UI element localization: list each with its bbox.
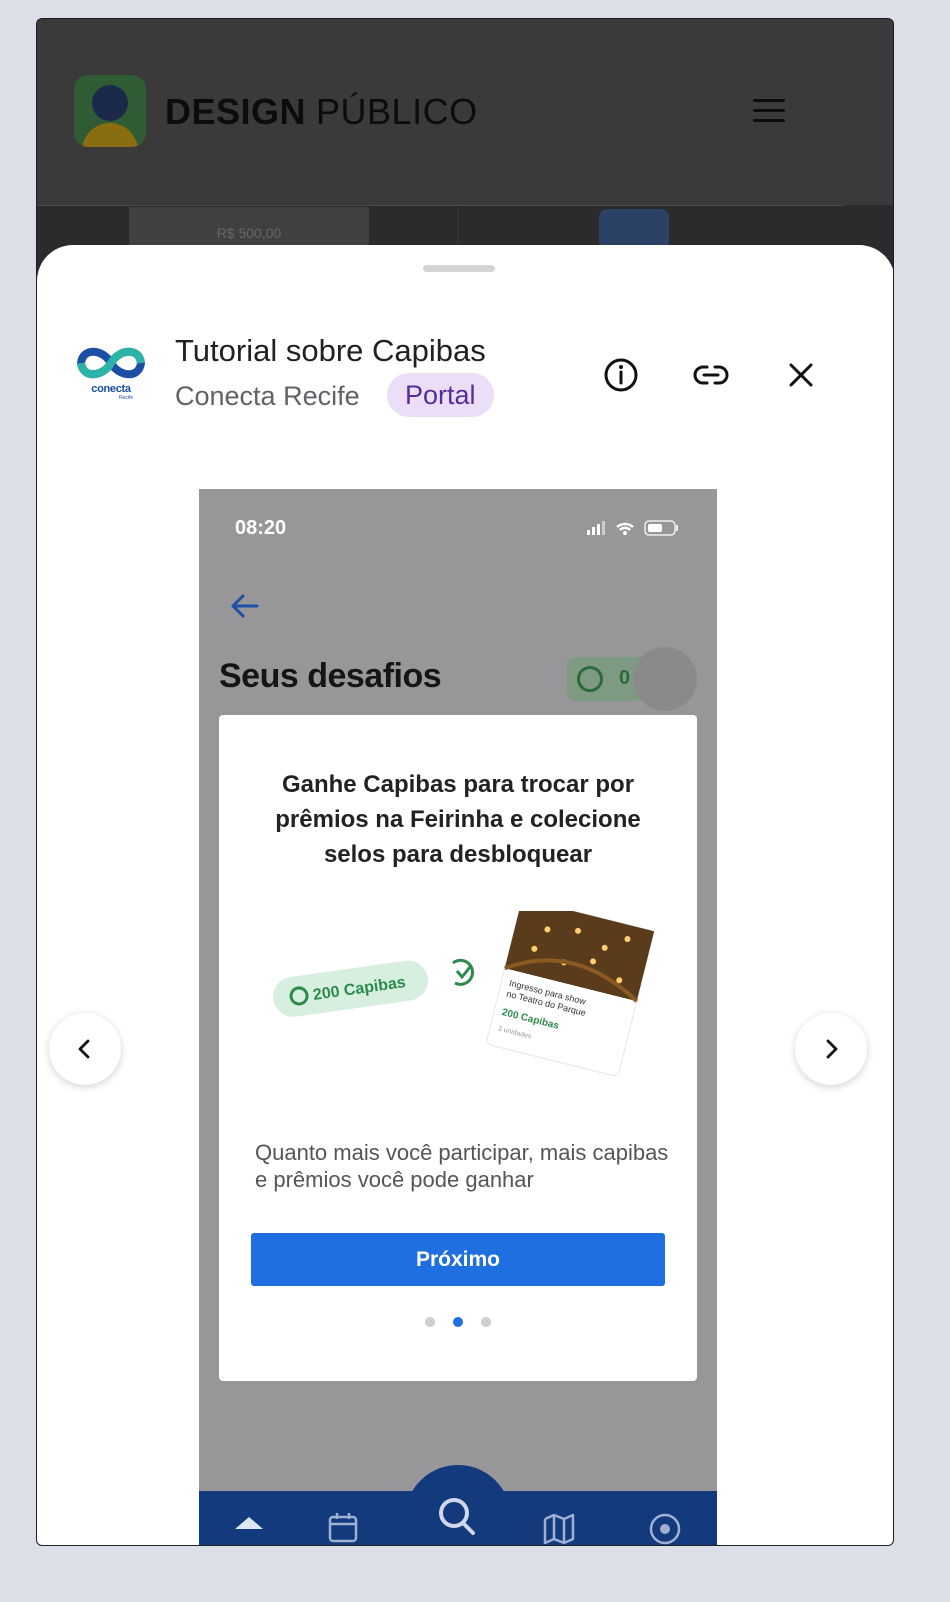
background-image bbox=[599, 209, 669, 249]
background-price: R$ 500,00 bbox=[216, 225, 282, 241]
link-icon bbox=[693, 365, 729, 385]
chevron-right-icon bbox=[826, 1039, 838, 1059]
pagination-dot[interactable] bbox=[425, 1317, 435, 1327]
app-logo-text: conecta bbox=[91, 383, 131, 395]
site-logo[interactable] bbox=[74, 75, 146, 147]
capibas-illustration: 200 Capibas Ingresso para show no Teatro… bbox=[273, 911, 655, 1077]
infinity-icon bbox=[76, 347, 146, 379]
bottom-sheet: conecta Recife Tutorial sobre Capibas Co… bbox=[37, 245, 893, 1545]
copy-link-button[interactable] bbox=[687, 351, 735, 399]
search-icon bbox=[439, 1498, 475, 1535]
app-author[interactable]: Conecta Recife bbox=[175, 381, 360, 412]
onboarding-description: Quanto mais você participar, mais capiba… bbox=[255, 1140, 669, 1192]
onboarding-card: Ganhe Capibas para trocar por prêmios na… bbox=[219, 715, 697, 1381]
home-icon[interactable] bbox=[231, 1509, 267, 1545]
search-fab[interactable] bbox=[405, 1465, 511, 1545]
pagination-dot-active[interactable] bbox=[453, 1317, 463, 1327]
exchange-icon bbox=[452, 958, 474, 986]
calendar-icon[interactable] bbox=[325, 1509, 361, 1545]
back-arrow-icon[interactable] bbox=[227, 589, 261, 623]
site-title[interactable]: DESIGN PÚBLICO bbox=[165, 91, 478, 133]
screenshot-status-time: 08:20 bbox=[235, 517, 287, 539]
site-header: DESIGN PÚBLICO bbox=[37, 19, 893, 205]
pagination-dots bbox=[425, 1317, 491, 1329]
close-icon bbox=[789, 363, 813, 387]
app-category-tag[interactable]: Portal bbox=[387, 373, 494, 417]
next-button[interactable]: Próximo bbox=[251, 1233, 665, 1286]
device-frame: DESIGN PÚBLICO R$ 500,00 conecta Recife T… bbox=[36, 18, 894, 1546]
pagination-dot[interactable] bbox=[481, 1317, 491, 1327]
next-screenshot-button[interactable] bbox=[795, 1013, 867, 1085]
onboarding-title: Ganhe Capibas para trocar por prêmios na… bbox=[275, 771, 641, 868]
previous-screenshot-button[interactable] bbox=[49, 1013, 121, 1085]
hamburger-icon[interactable] bbox=[753, 99, 785, 125]
app-logo-subtext: Recife bbox=[119, 395, 134, 401]
site-title-light: PÚBLICO bbox=[316, 91, 478, 132]
info-button[interactable] bbox=[597, 351, 645, 399]
app-logo: conecta Recife bbox=[75, 341, 147, 403]
coin-icon bbox=[577, 666, 603, 692]
site-title-bold: DESIGN bbox=[165, 91, 307, 132]
app-screenshot[interactable]: 08:20 Seus desafios 0 Ganhe Capibas para… bbox=[199, 489, 717, 1545]
profile-icon[interactable] bbox=[647, 1509, 683, 1545]
app-title: Tutorial sobre Capibas bbox=[175, 333, 486, 368]
status-icons bbox=[587, 520, 678, 536]
info-icon bbox=[604, 358, 638, 392]
coins-value: 0 bbox=[619, 667, 631, 689]
map-icon[interactable] bbox=[541, 1509, 577, 1545]
chevron-left-icon bbox=[78, 1039, 90, 1059]
screenshot-heading: Seus desafios bbox=[219, 657, 442, 695]
avatar bbox=[633, 647, 697, 711]
close-button[interactable] bbox=[777, 351, 825, 399]
header-divider bbox=[37, 205, 845, 206]
sheet-grabber[interactable] bbox=[423, 265, 495, 272]
